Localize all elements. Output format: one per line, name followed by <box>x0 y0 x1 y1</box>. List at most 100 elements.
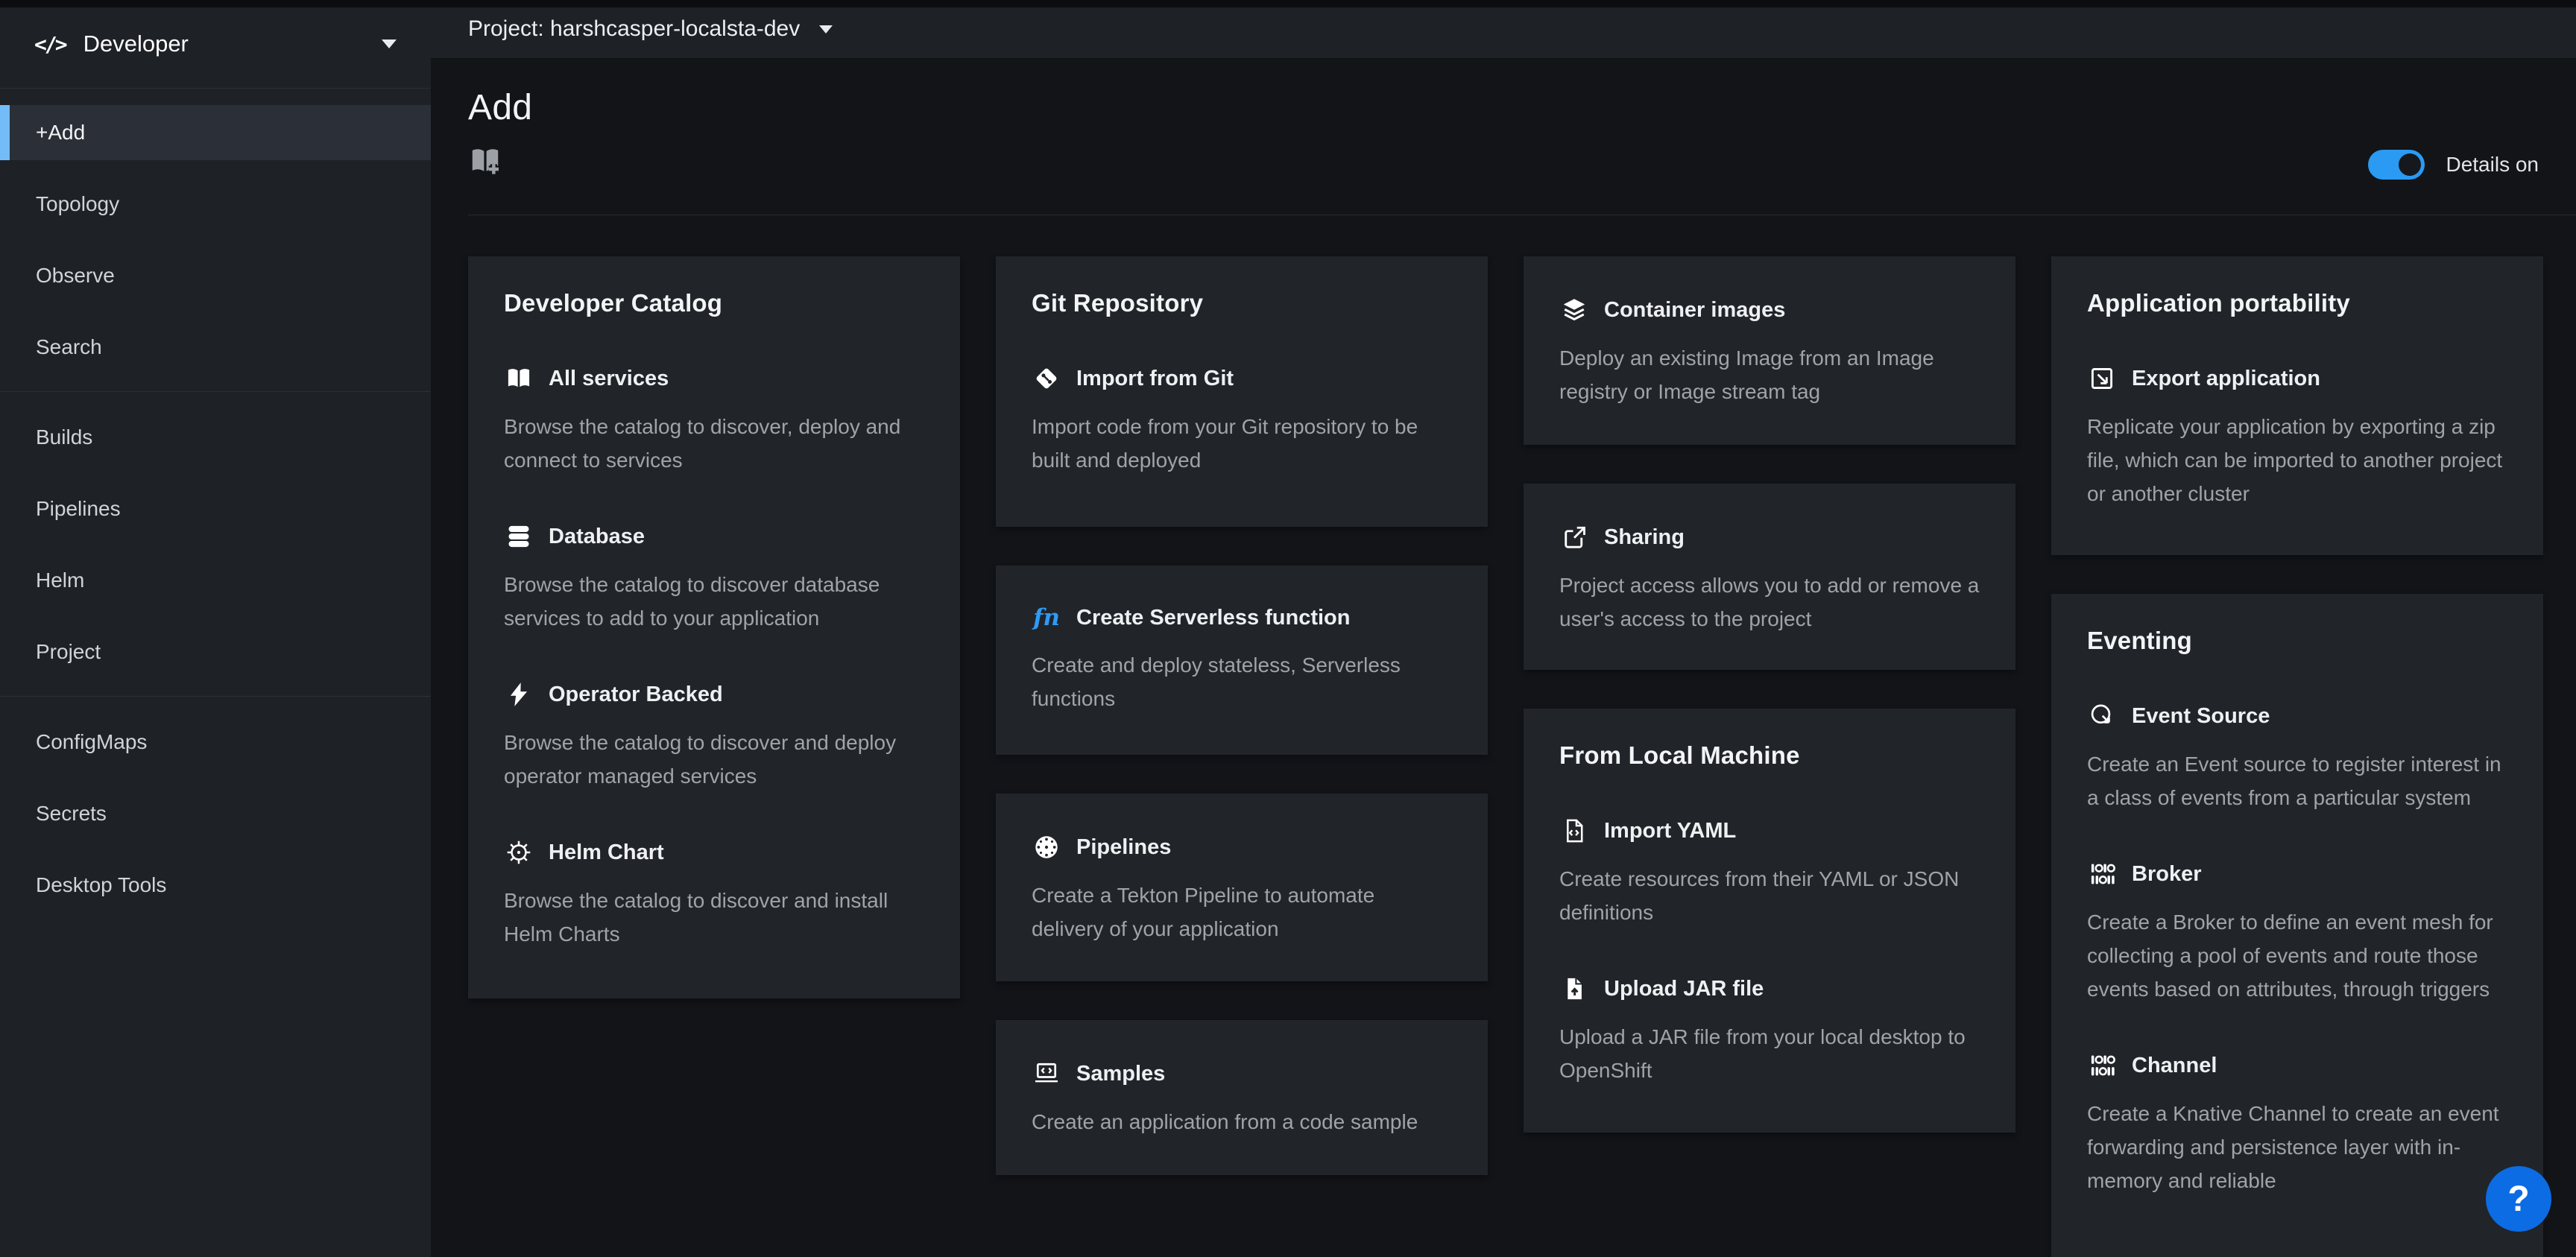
action-channel[interactable]: Channel Create a Knative Channel to crea… <box>2087 1052 2507 1197</box>
action-database[interactable]: Database Browse the catalog to discover … <box>504 523 924 635</box>
action-description: Browse the catalog to discover database … <box>504 568 924 635</box>
action-upload-jar-file[interactable]: Upload JAR file Upload a JAR file from y… <box>1559 975 1980 1087</box>
card-sharing: Sharing Project access allows you to add… <box>1524 484 2015 670</box>
card-developer-catalog: Developer Catalog All services Bro <box>468 256 960 998</box>
card-serverless-function: fn Create Serverless function Create and… <box>996 566 1488 755</box>
card-title: From Local Machine <box>1559 741 1980 770</box>
sidebar-item-builds[interactable]: Builds <box>0 410 431 465</box>
action-description: Upload a JAR file from your local deskto… <box>1559 1020 1980 1087</box>
action-description: Create an Event source to register inter… <box>2087 747 2507 814</box>
details-toggle[interactable] <box>2368 150 2425 180</box>
card-from-local-machine: From Local Machine Import YAML <box>1524 709 2015 1133</box>
action-description: Project access allows you to add or remo… <box>1559 569 1980 636</box>
card-title: Git Repository <box>1032 289 1452 317</box>
sidebar-item-label: Secrets <box>36 802 107 826</box>
chevron-down-icon <box>382 39 397 48</box>
sidebar-item-search[interactable]: Search <box>0 320 431 375</box>
sidebar-item-observe[interactable]: Observe <box>0 248 431 303</box>
action-export-application[interactable]: Export application Replicate your applic… <box>2087 365 2507 510</box>
card-pipelines: Pipelines Create a Tekton Pipeline to au… <box>996 794 1488 981</box>
action-title: Create Serverless function <box>1076 606 1350 630</box>
action-description: Create a Knative Channel to create an ev… <box>2087 1097 2507 1197</box>
action-operator-backed[interactable]: Operator Backed Browse the catalog to di… <box>504 681 924 793</box>
sidebar-item-label: ConfigMaps <box>36 730 147 754</box>
action-title: Samples <box>1076 1062 1165 1086</box>
action-description: Replicate your application by exporting … <box>2087 410 2507 510</box>
openshift-developer-console: </> Developer +Add Topology Observe Sear… <box>0 0 2576 1257</box>
action-title: All services <box>549 367 669 391</box>
event-source-icon <box>2087 703 2117 729</box>
sidebar-item-project[interactable]: Project <box>0 624 431 680</box>
file-upload-icon <box>1559 975 1589 1002</box>
sidebar-item-helm[interactable]: Helm <box>0 553 431 608</box>
action-title: Pipelines <box>1076 835 1171 860</box>
sidebar-item-label: Observe <box>36 264 115 288</box>
action-description: Create resources from their YAML or JSON… <box>1559 862 1980 929</box>
card-container-images: Container images Deploy an existing Imag… <box>1524 256 2015 445</box>
sidebar-item-configmaps[interactable]: ConfigMaps <box>0 715 431 770</box>
sidebar-item-add[interactable]: +Add <box>0 105 431 160</box>
action-description: Create a Tekton Pipeline to automate del… <box>1032 878 1452 946</box>
action-title: Helm Chart <box>549 840 664 865</box>
quick-starts-button[interactable] <box>468 145 502 177</box>
action-description: Create an application from a code sample <box>1032 1105 1452 1139</box>
grid-column-3: Container images Deploy an existing Imag… <box>1524 256 2015 1133</box>
fn-icon: fn <box>1032 607 1061 630</box>
action-samples[interactable]: Samples Create an application from a cod… <box>1032 1060 1452 1139</box>
action-all-services[interactable]: All services Browse the catalog to disco… <box>504 365 924 477</box>
grid-column-2: Git Repository Import <box>996 256 1488 1175</box>
add-page-grid: Developer Catalog All services Bro <box>431 215 2576 1257</box>
tekton-icon <box>1032 834 1061 861</box>
action-event-source[interactable]: Event Source Create an Event source to r… <box>2087 703 2507 814</box>
project-selector[interactable]: Project: harshcasper-localsta-dev <box>431 0 2576 59</box>
open-book-icon <box>504 365 534 392</box>
file-code-icon <box>1559 817 1589 844</box>
bolt-icon <box>504 681 534 708</box>
git-icon <box>1032 365 1061 392</box>
action-create-serverless-function[interactable]: fn Create Serverless function Create and… <box>1032 606 1452 715</box>
helm-icon <box>504 839 534 866</box>
sidebar-item-label: +Add <box>36 121 85 145</box>
card-title: Application portability <box>2087 289 2507 317</box>
sidebar-item-pipelines[interactable]: Pipelines <box>0 481 431 536</box>
action-helm-chart[interactable]: Helm Chart Browse the catalog to discove… <box>504 839 924 951</box>
sidebar-item-secrets[interactable]: Secrets <box>0 786 431 841</box>
action-title: Operator Backed <box>549 683 723 707</box>
code-icon: </> <box>34 32 66 57</box>
sidebar-item-label: Builds <box>36 425 92 449</box>
action-description: Browse the catalog to discover and deplo… <box>504 726 924 793</box>
chevron-down-icon <box>819 25 833 34</box>
sidebar-item-topology[interactable]: Topology <box>0 177 431 232</box>
perspective-switcher[interactable]: </> Developer <box>0 0 431 89</box>
book-plus-icon <box>468 145 502 177</box>
binary-icon <box>2087 1052 2117 1079</box>
sidebar-item-desktop-tools[interactable]: Desktop Tools <box>0 858 431 913</box>
sidebar-item-label: Project <box>36 640 101 664</box>
database-icon <box>504 523 534 550</box>
page-title: Add <box>468 87 2539 128</box>
help-button[interactable]: ? <box>2486 1166 2551 1232</box>
action-title: Export application <box>2132 367 2320 391</box>
card-title: Eventing <box>2087 627 2507 655</box>
action-sharing[interactable]: Sharing Project access allows you to add… <box>1559 524 1980 636</box>
card-application-portability: Application portability Export applicati… <box>2051 256 2543 555</box>
export-icon <box>2087 365 2117 392</box>
action-container-images[interactable]: Container images Deploy an existing Imag… <box>1559 297 1980 408</box>
sidebar-nav: +Add Topology Observe Search Builds Pipe… <box>0 89 431 913</box>
action-description: Import code from your Git repository to … <box>1032 410 1452 477</box>
action-description: Browse the catalog to discover and insta… <box>504 884 924 951</box>
action-title: Container images <box>1604 298 1785 323</box>
action-title: Import from Git <box>1076 367 1234 391</box>
share-icon <box>1559 524 1589 551</box>
main-content: Project: harshcasper-localsta-dev Add De… <box>431 0 2576 1257</box>
action-import-from-git[interactable]: Import from Git Import code from your Gi… <box>1032 365 1452 477</box>
action-import-yaml[interactable]: Import YAML Create resources from their … <box>1559 817 1980 929</box>
action-broker[interactable]: Broker Create a Broker to define an even… <box>2087 861 2507 1006</box>
card-git-repository: Git Repository Import <box>996 256 1488 527</box>
sidebar-item-label: Helm <box>36 569 84 592</box>
details-toggle-group: Details on <box>2368 150 2539 180</box>
project-selector-label: Project: harshcasper-localsta-dev <box>468 16 800 42</box>
action-pipelines[interactable]: Pipelines Create a Tekton Pipeline to au… <box>1032 834 1452 946</box>
action-title: Upload JAR file <box>1604 977 1764 1001</box>
grid-column-4: Application portability Export applicati… <box>2051 256 2543 1257</box>
